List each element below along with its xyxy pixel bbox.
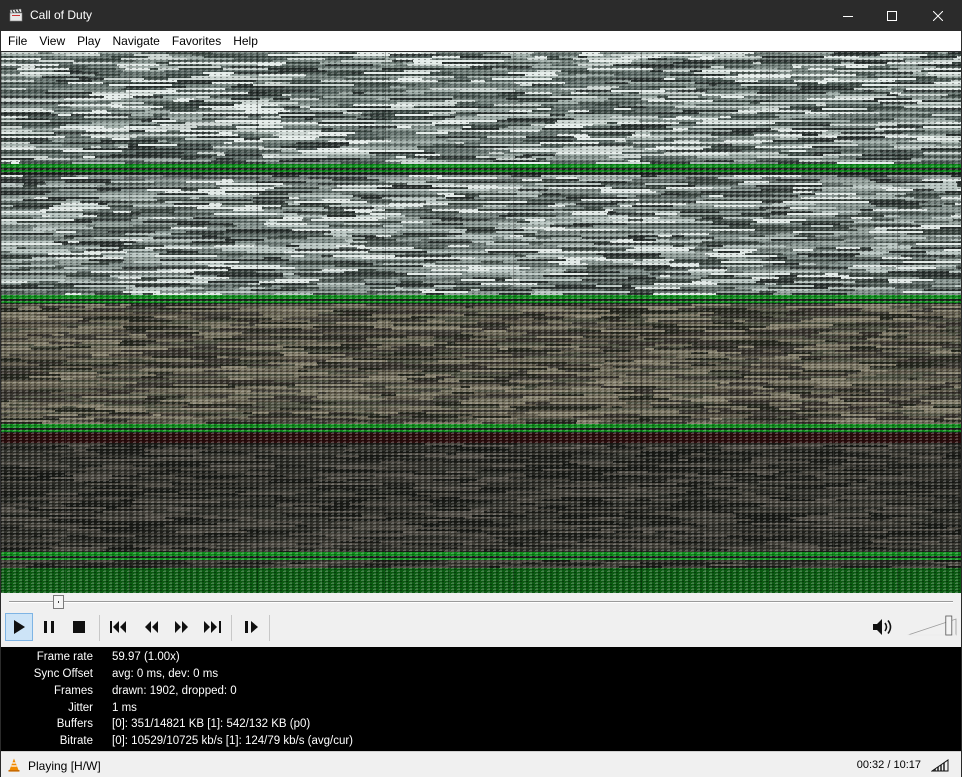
window-title: Call of Duty (30, 8, 93, 22)
menu-play[interactable]: Play (71, 31, 106, 51)
close-button[interactable] (915, 0, 961, 31)
menu-help[interactable]: Help (227, 31, 264, 51)
close-icon (933, 10, 943, 21)
menu-favorites[interactable]: Favorites (166, 31, 227, 51)
menu-navigate[interactable]: Navigate (106, 31, 165, 51)
maximize-button[interactable] (869, 0, 915, 31)
maximize-icon (887, 10, 897, 21)
menu-file[interactable]: File (1, 31, 33, 51)
minimize-icon (843, 15, 853, 17)
menu-view[interactable]: View (33, 31, 71, 51)
video-area[interactable] (1, 52, 961, 593)
video-frame (1, 52, 961, 593)
clapperboard-icon (9, 8, 23, 22)
menu-bar: File View Play Navigate Favorites Help (0, 31, 962, 51)
title-bar[interactable]: Call of Duty (0, 0, 962, 31)
minimize-button[interactable] (825, 0, 871, 31)
